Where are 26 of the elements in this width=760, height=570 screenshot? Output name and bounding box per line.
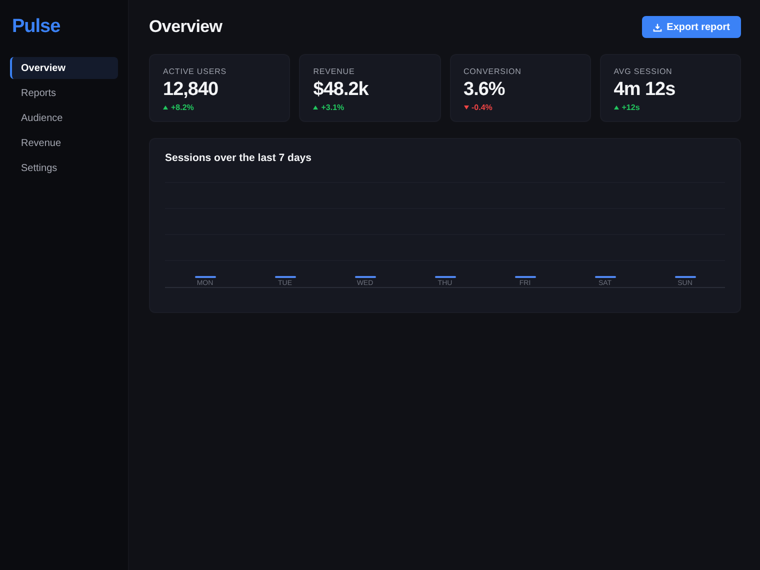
stat-value: $48.2k [313, 79, 370, 101]
stat-value: 4m 12s [614, 79, 676, 101]
stat-value: 12,840 [163, 79, 220, 101]
nav-item[interactable]: Audience [10, 107, 118, 129]
nav-item[interactable]: Overview [10, 57, 118, 79]
export-button[interactable]: Export report [642, 16, 741, 38]
page-title: Overview [149, 17, 222, 37]
down-triangle-icon [464, 105, 468, 110]
logo: Pulse [12, 16, 62, 38]
download-icon [652, 22, 662, 32]
stat-delta: +3.1% [321, 103, 344, 112]
stat-label: CONVERSION [464, 67, 522, 76]
chart-title: Sessions over the last 7 days [165, 152, 312, 164]
stat-label: ACTIVE USERS [163, 67, 228, 76]
stat-label: REVENUE [313, 67, 356, 76]
stat-delta: +8.2% [171, 103, 194, 112]
stat-value: 3.6% [464, 79, 506, 101]
up-triangle-icon [614, 105, 619, 110]
nav-item[interactable]: Revenue [10, 132, 118, 154]
up-triangle-icon [163, 105, 168, 110]
nav-item[interactable]: Settings [10, 157, 118, 179]
stat-delta: +12s [622, 103, 640, 112]
up-triangle-icon [313, 105, 318, 110]
nav-item[interactable]: Reports [10, 82, 118, 104]
stat-label: AVG SESSION [614, 67, 674, 76]
stat-delta: -0.4% [472, 103, 492, 112]
